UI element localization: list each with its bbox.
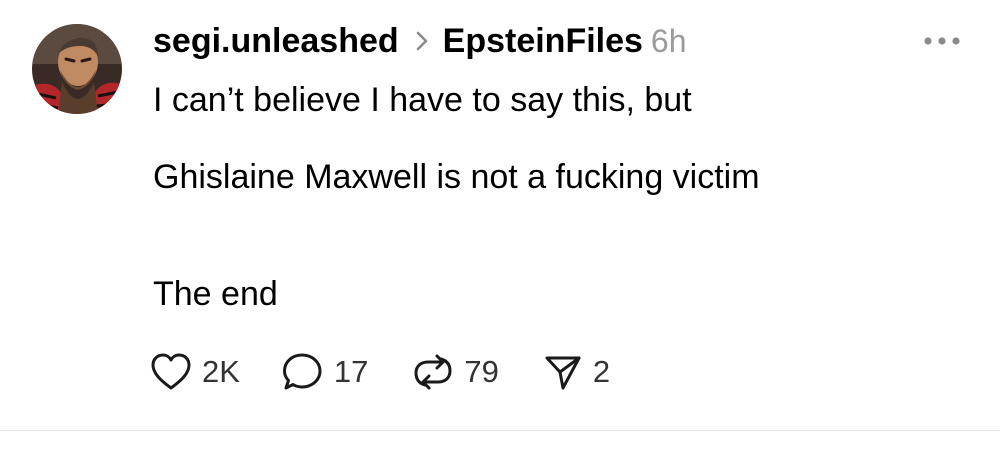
repost-button[interactable]: 79	[412, 352, 499, 392]
avatar-image	[32, 24, 122, 114]
share-count: 2	[592, 354, 611, 389]
reply-button[interactable]: 17	[282, 352, 368, 392]
repost-arrows-icon	[414, 354, 452, 390]
avatar[interactable]	[32, 24, 122, 114]
username[interactable]: segi.unleashed	[153, 22, 399, 61]
divider	[0, 430, 1000, 431]
reply-count: 17	[333, 354, 369, 389]
speech-bubble-icon	[282, 353, 322, 390]
post-text-line: The end	[153, 275, 278, 313]
action-bar: 2K 17 79 2	[150, 348, 610, 396]
like-button[interactable]: 2K	[150, 352, 240, 392]
send-icon	[545, 356, 581, 390]
post-text-line: I can’t believe I have to say this, but	[153, 81, 692, 119]
share-button[interactable]: 2	[543, 352, 610, 392]
heart-icon	[151, 353, 191, 390]
more-horizontal-icon	[924, 37, 960, 45]
like-count: 2K	[202, 354, 240, 389]
community-name[interactable]: EpsteinFiles	[443, 22, 643, 61]
thread-post: segi.unleashed EpsteinFiles 6h I can’t b…	[0, 0, 1000, 468]
post-text-line: Ghislaine Maxwell is not a fucking victi…	[153, 158, 760, 196]
post-header: segi.unleashed EpsteinFiles 6h	[153, 18, 687, 64]
post-timestamp: 6h	[650, 22, 687, 59]
repost-count: 79	[464, 354, 499, 389]
chevron-right-icon	[415, 30, 429, 52]
more-options-button[interactable]	[920, 26, 964, 56]
